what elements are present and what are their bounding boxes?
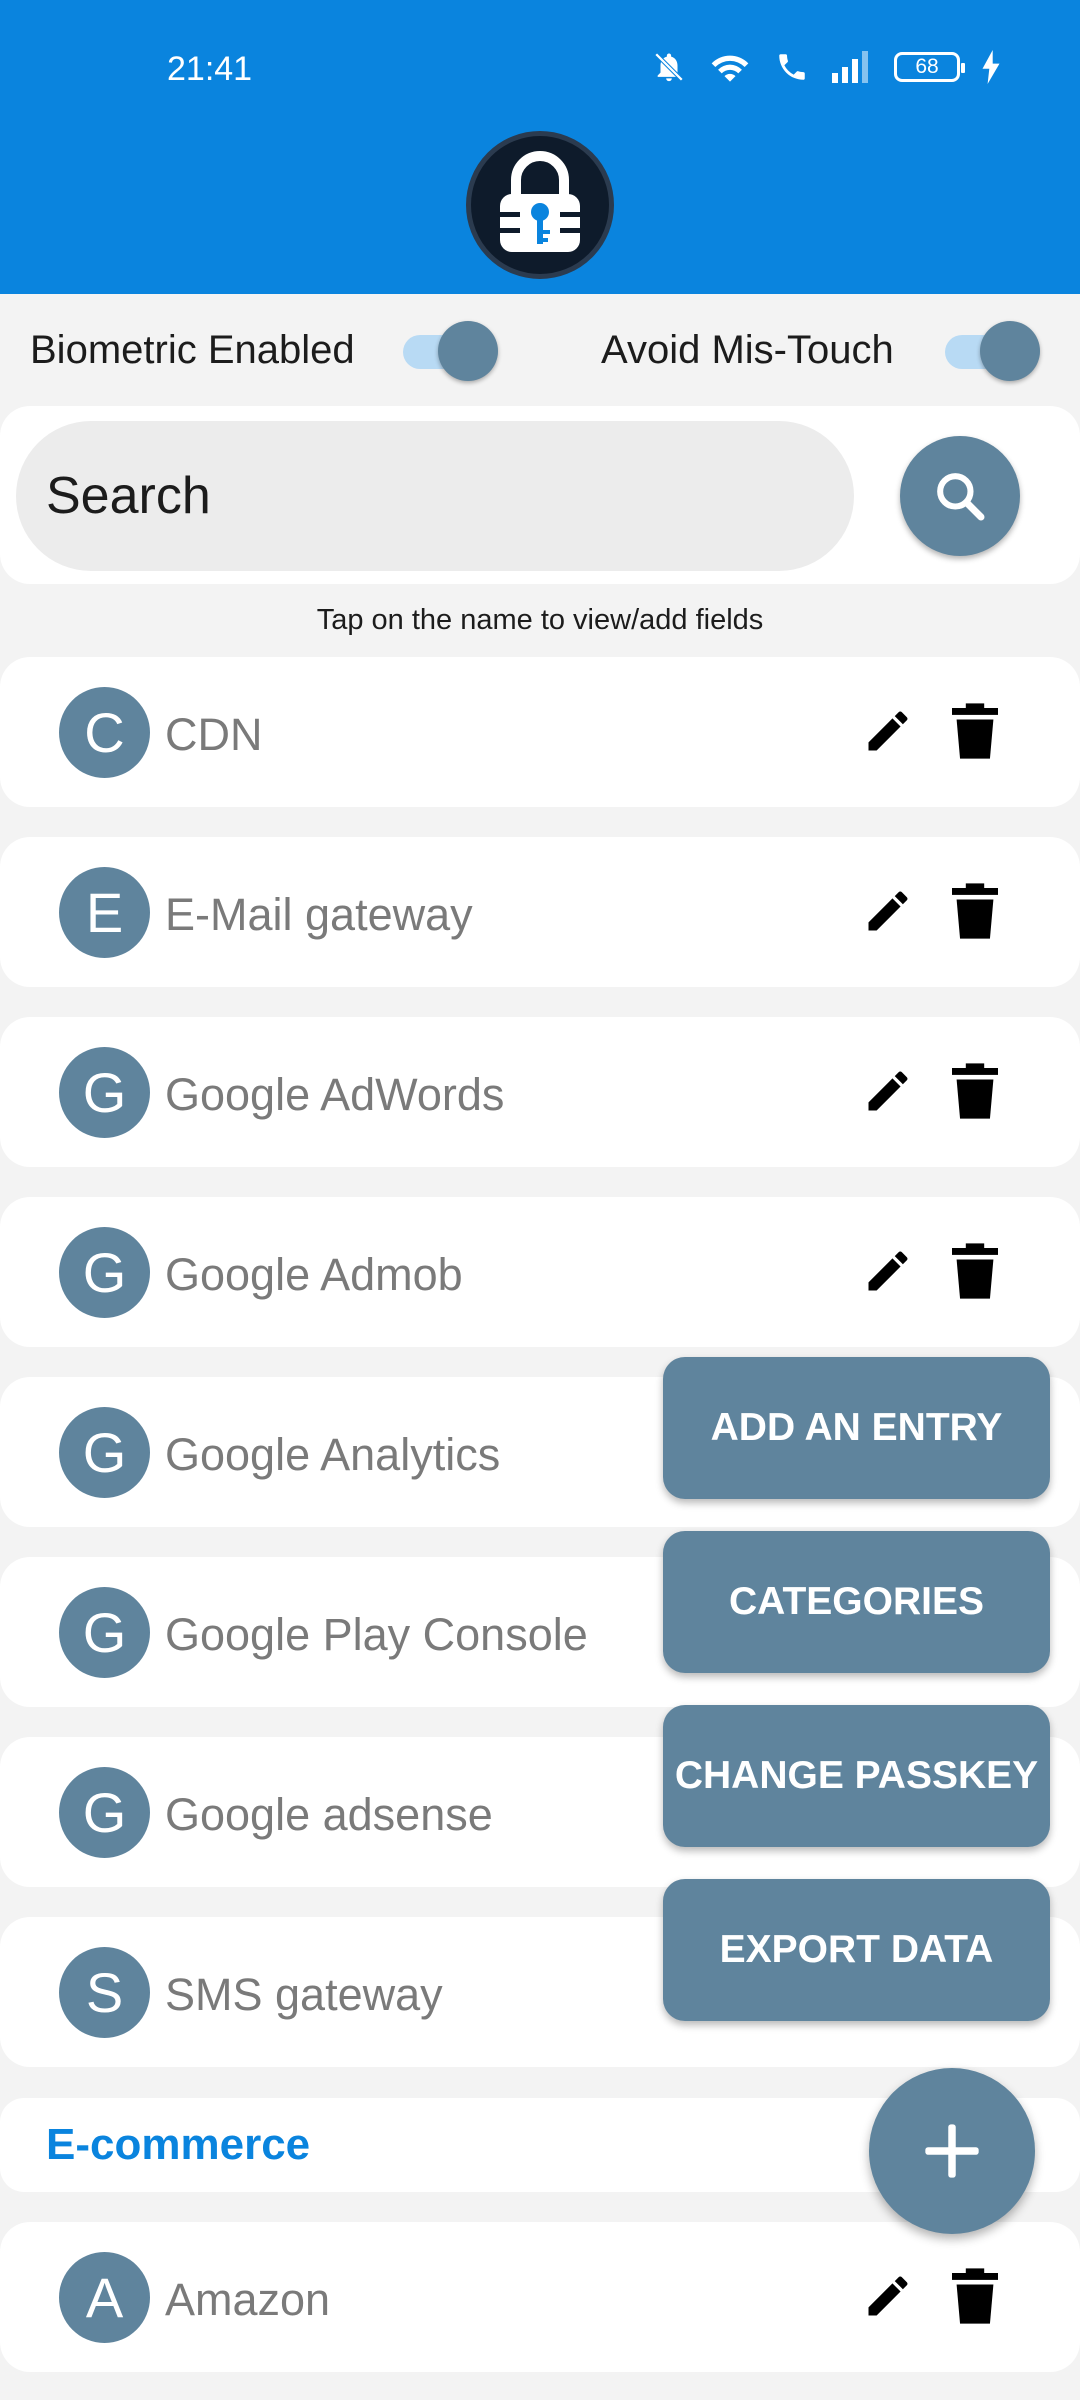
entry-row[interactable]: C CDN	[0, 657, 1080, 807]
status-icons: 68	[652, 50, 1000, 84]
fab-add-button[interactable]	[869, 2068, 1035, 2234]
biometric-label: Biometric Enabled	[30, 328, 355, 372]
plus-icon	[925, 2124, 979, 2178]
entry-avatar: E	[59, 867, 150, 958]
entry-name[interactable]: Google Admob	[165, 1249, 463, 1301]
entry-avatar: G	[59, 1227, 150, 1318]
mistouch-toggle-thumb	[980, 321, 1040, 381]
hint-text: Tap on the name to view/add fields	[316, 604, 764, 636]
entry-avatar: C	[59, 687, 150, 778]
battery-level: 68	[915, 55, 939, 78]
entry-row[interactable]: E E-Mail gateway	[0, 837, 1080, 987]
entry-avatar: G	[59, 1587, 150, 1678]
mistouch-label: Avoid Mis-Touch	[601, 328, 894, 372]
trash-icon[interactable]	[952, 883, 998, 939]
search-card	[0, 406, 1080, 584]
biometric-toggle-thumb	[438, 321, 498, 381]
trash-icon[interactable]	[952, 1243, 998, 1299]
pencil-icon[interactable]	[862, 2270, 914, 2322]
status-time: 21:41	[167, 50, 253, 88]
mistouch-toggle[interactable]	[945, 321, 1040, 381]
trash-icon[interactable]	[952, 1063, 998, 1119]
categories-button[interactable]: CATEGORIES	[663, 1531, 1050, 1673]
trash-icon[interactable]	[952, 2268, 998, 2324]
charging-icon	[982, 50, 1000, 84]
entry-name[interactable]: Google adsense	[165, 1789, 493, 1841]
entry-row[interactable]: G Google Admob	[0, 1197, 1080, 1347]
lock-icon	[500, 151, 580, 252]
entry-row[interactable]: A Amazon	[0, 2222, 1080, 2372]
call-icon	[779, 54, 805, 80]
app-logo	[466, 131, 614, 279]
app-header: 21:41 68	[0, 0, 1080, 294]
entry-avatar: G	[59, 1407, 150, 1498]
entry-name[interactable]: SMS gateway	[165, 1969, 443, 2021]
signal-icon	[832, 51, 868, 83]
entry-name[interactable]: Amazon	[165, 2274, 330, 2326]
change-passkey-button[interactable]: CHANGE PASSKEY	[663, 1705, 1050, 1847]
pencil-icon[interactable]	[862, 705, 914, 757]
search-input[interactable]	[16, 421, 854, 571]
entry-name[interactable]: E-Mail gateway	[165, 889, 473, 941]
category-label: E-commerce	[46, 2120, 311, 2169]
search-button[interactable]	[900, 436, 1020, 556]
search-icon	[937, 473, 985, 521]
entry-avatar: S	[59, 1947, 150, 2038]
entry-name[interactable]: CDN	[165, 709, 263, 761]
mute-icon	[654, 52, 684, 82]
entry-row[interactable]: G Google AdWords	[0, 1017, 1080, 1167]
entry-name[interactable]: Google Analytics	[165, 1429, 500, 1481]
entry-avatar: G	[59, 1767, 150, 1858]
entry-avatar: G	[59, 1047, 150, 1138]
pencil-icon[interactable]	[862, 1245, 914, 1297]
pencil-icon[interactable]	[862, 885, 914, 937]
entry-name[interactable]: Google Play Console	[165, 1609, 588, 1661]
trash-icon[interactable]	[952, 703, 998, 759]
battery-icon: 68	[894, 52, 965, 82]
entry-name[interactable]: Google AdWords	[165, 1069, 504, 1121]
wifi-icon	[711, 55, 749, 82]
entry-avatar: A	[59, 2252, 150, 2343]
pencil-icon[interactable]	[862, 1065, 914, 1117]
add-entry-button[interactable]: ADD AN ENTRY	[663, 1357, 1050, 1499]
biometric-toggle[interactable]	[403, 321, 498, 381]
export-data-button[interactable]: EXPORT DATA	[663, 1879, 1050, 2021]
